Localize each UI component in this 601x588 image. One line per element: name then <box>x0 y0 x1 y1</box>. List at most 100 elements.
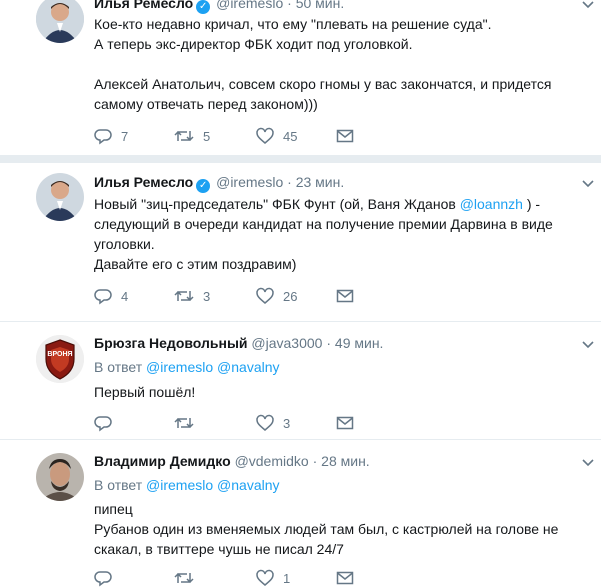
avatar[interactable] <box>36 453 84 501</box>
direct-message-icon <box>336 289 354 303</box>
direct-message-button[interactable] <box>336 413 354 433</box>
avatar[interactable] <box>36 0 84 43</box>
retweet-icon <box>174 130 194 142</box>
chevron-down-icon[interactable] <box>581 177 595 191</box>
timestamp[interactable]: 49 мин. <box>335 335 384 351</box>
tweet-actions: 7 5 45 <box>94 126 494 146</box>
tweet-line: Кое-кто недавно кричал, что ему "плевать… <box>94 16 492 32</box>
retweet-icon <box>174 290 194 302</box>
dot-separator: · <box>287 0 292 11</box>
reply-button[interactable]: 4 <box>94 286 128 306</box>
tweet-line <box>94 54 574 74</box>
tweet-text: Первый пошёл! <box>94 382 574 402</box>
tweet-line: Новый "зиц-председатель" ФБК Фунт (ой, В… <box>94 194 574 214</box>
handle[interactable]: @iremeslo <box>216 0 283 11</box>
like-button[interactable]: 1 <box>256 568 290 588</box>
tweet-text: Новый "зиц-председатель" ФБК Фунт (ой, В… <box>94 194 574 274</box>
tweet-line: Рубанов один из вменяемых людей там был,… <box>94 521 559 537</box>
retweet-button[interactable]: 3 <box>174 286 210 306</box>
like-count: 45 <box>283 128 298 144</box>
direct-message-icon <box>336 416 354 430</box>
tweet-4[interactable]: Владимир Демидко @vdemidko · 28 мин. В о… <box>0 440 601 587</box>
avatar-badge-text: ВРОНЯ <box>47 351 73 358</box>
tweet-header: Владимир Демидко @vdemidko · 28 мин. <box>94 453 370 469</box>
like-icon <box>256 414 274 431</box>
reply-button[interactable]: 7 <box>94 126 128 146</box>
reply-prefix: В ответ <box>94 477 143 493</box>
reply-icon <box>94 129 112 145</box>
tweet-actions: 4 3 26 <box>94 286 494 306</box>
mention-link[interactable]: @iremeslo <box>146 359 213 375</box>
chevron-down-icon[interactable] <box>581 456 595 470</box>
verified-badge-icon: ✓ <box>196 0 211 14</box>
tweet-line: Давайте его с этим поздравим) <box>94 256 297 272</box>
tweet-line: самому отвечать перед законом))) <box>94 96 318 112</box>
retweet-icon <box>174 417 194 429</box>
retweet-button[interactable] <box>174 413 203 433</box>
reply-prefix: В ответ <box>94 359 143 375</box>
tweet-2[interactable]: Илья Ремесло ✓ @iremeslo · 23 мин. Новый … <box>0 163 601 321</box>
avatar[interactable]: ВРОНЯ <box>36 335 84 383</box>
like-button[interactable]: 3 <box>256 413 290 433</box>
handle[interactable]: @java3000 <box>251 335 322 351</box>
like-icon <box>256 127 274 144</box>
dot-separator: · <box>287 174 292 190</box>
text-segment: ) - <box>522 196 541 212</box>
text-segment: Новый "зиц-председатель" ФБК Фунт (ой, В… <box>94 196 460 212</box>
direct-message-icon <box>336 571 354 585</box>
tweet-line: скакал, в твиттере чушь не писал 24/7 <box>94 541 344 557</box>
dot-separator: · <box>312 453 318 469</box>
reply-button[interactable] <box>94 568 121 588</box>
direct-message-button[interactable] <box>336 286 354 306</box>
like-icon <box>256 287 274 304</box>
verified-badge-icon: ✓ <box>196 179 211 193</box>
tweet-line: А теперь экс-директор ФБК ходит под угол… <box>94 36 413 52</box>
chevron-down-icon[interactable] <box>581 0 595 12</box>
handle[interactable]: @iremeslo <box>216 174 283 190</box>
reply-icon <box>94 289 112 305</box>
like-count: 1 <box>283 570 291 586</box>
chevron-down-icon[interactable] <box>581 338 595 352</box>
like-icon <box>256 569 274 586</box>
avatar[interactable] <box>36 173 84 221</box>
display-name[interactable]: Владимир Демидко <box>94 453 231 469</box>
tweet-actions: 3 <box>94 413 494 433</box>
tweet-line: следующий в очереди кандидат на получени… <box>94 216 553 232</box>
display-name[interactable]: Илья Ремесло <box>94 0 193 11</box>
retweet-button[interactable]: 5 <box>174 126 210 146</box>
tweet-1[interactable]: Илья Ремесло ✓ @iremeslo · 50 мин. Кое-кт… <box>0 0 601 155</box>
mention-link[interactable]: @navalny <box>217 359 279 375</box>
mention-link[interactable]: @navalny <box>217 477 279 493</box>
like-button[interactable]: 45 <box>256 126 297 146</box>
tweet-header: Брюзга Недовольный @java3000 · 49 мин. <box>94 335 383 351</box>
display-name[interactable]: Илья Ремесло <box>94 174 193 190</box>
tweet-text: пипец Рубанов один из вменяемых людей та… <box>94 499 574 559</box>
direct-message-button[interactable] <box>336 568 354 588</box>
retweet-icon <box>174 572 194 584</box>
display-name[interactable]: Брюзга Недовольный <box>94 335 248 351</box>
tweet-line: уголовки. <box>94 236 155 252</box>
timestamp[interactable]: 50 мин. <box>296 0 345 11</box>
retweet-count: 3 <box>203 288 211 304</box>
tweet-3[interactable]: ВРОНЯ Брюзга Недовольный @java3000 · 49 … <box>0 322 601 438</box>
timestamp[interactable]: 28 мин. <box>321 453 370 469</box>
handle[interactable]: @vdemidko <box>235 453 309 469</box>
direct-message-button[interactable] <box>336 126 354 146</box>
like-count: 26 <box>283 288 298 304</box>
timestamp[interactable]: 23 мин. <box>296 174 345 190</box>
reply-button[interactable] <box>94 413 121 433</box>
tweet-text: Кое-кто недавно кричал, что ему "плевать… <box>94 14 574 114</box>
mention-link[interactable]: @iremeslo <box>146 477 213 493</box>
tweet-header: Илья Ремесло ✓ @iremeslo · 23 мин. <box>94 174 344 193</box>
retweet-count: 5 <box>203 128 211 144</box>
reply-context: В ответ @iremeslo @navalny <box>94 477 280 493</box>
tweet-line: Первый пошёл! <box>94 384 196 400</box>
tweet-line: Алексей Анатольич, совсем скоро гномы у … <box>94 76 552 92</box>
mention-link[interactable]: @loannzh <box>460 196 523 212</box>
retweet-button[interactable] <box>174 568 203 588</box>
dot-separator: · <box>326 335 332 351</box>
tweet-header: Илья Ремесло ✓ @iremeslo · 50 мин. <box>94 0 344 14</box>
like-button[interactable]: 26 <box>256 286 297 306</box>
tweet-line: пипец <box>94 501 133 517</box>
reply-icon <box>94 571 112 587</box>
